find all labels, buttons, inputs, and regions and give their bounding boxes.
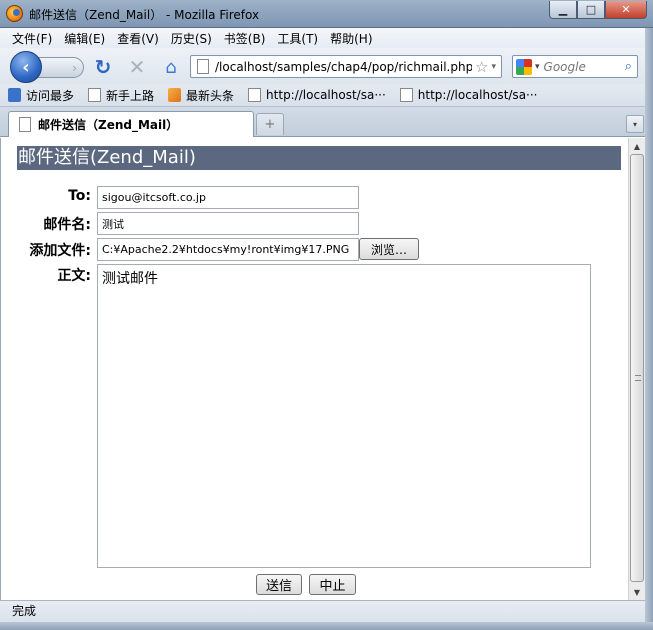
search-box: ▾ ⌕ [512, 55, 638, 78]
scrollbar-thumb[interactable] [630, 154, 644, 582]
home-icon[interactable]: ⌂ [160, 56, 182, 78]
tab-label: 邮件送信（Zend_Mail） [38, 118, 179, 132]
menu-view[interactable]: 查看(V) [111, 30, 165, 47]
bookmark-label: 访问最多 [26, 88, 75, 103]
rss-icon [168, 88, 182, 102]
subject-label: 邮件名: [43, 217, 91, 233]
scroll-down-icon[interactable]: ▼ [629, 584, 645, 600]
back-arrow-icon: ‹ [22, 56, 30, 78]
menu-help[interactable]: 帮助(H) [324, 30, 378, 47]
search-input[interactable] [543, 59, 625, 74]
page-icon [197, 59, 209, 74]
bookmark-label: 新手上路 [106, 88, 155, 103]
status-bar: 完成 [0, 600, 645, 622]
menu-tools[interactable]: 工具(T) [271, 30, 324, 47]
attachment-field[interactable] [97, 238, 359, 261]
to-field[interactable] [97, 186, 359, 209]
address-bar[interactable]: /localhost/samples/chap4/pop/richmail.ph… [190, 55, 502, 78]
window-title: 邮件送信（Zend_Mail） - Mozilla Firefox [29, 8, 260, 22]
search-engine-dropdown-icon[interactable]: ▾ [535, 62, 540, 72]
subject-field[interactable] [97, 212, 359, 235]
new-tab-button[interactable]: + [256, 113, 284, 135]
forward-button[interactable]: › [36, 57, 84, 78]
bookmark-star-icon[interactable]: ☆ [475, 58, 488, 76]
menu-bar: 文件(F) 编辑(E) 查看(V) 历史(S) 书签(B) 工具(T) 帮助(H… [0, 28, 653, 48]
back-button[interactable]: ‹ [10, 51, 42, 83]
to-label: To: [68, 188, 91, 204]
bookmarks-toolbar: 访问最多 新手上路 最新头条 http://localhost/sa··· ht… [0, 84, 653, 107]
stop-icon[interactable]: ✕ [126, 55, 148, 79]
page-icon [19, 117, 31, 132]
google-engine-icon[interactable] [516, 58, 532, 75]
reload-icon[interactable]: ↻ [92, 55, 114, 79]
minimize-button[interactable]: ▁ [549, 1, 577, 19]
bookmark-label: 最新头条 [186, 88, 235, 103]
close-window-button[interactable]: ✕ [605, 1, 647, 19]
body-label: 正文: [57, 268, 91, 284]
page-icon [88, 88, 102, 102]
vertical-scrollbar[interactable]: ▲ ▼ [628, 138, 645, 600]
bookmark-localhost-2[interactable]: http://localhost/sa··· [399, 88, 538, 102]
window-controls: ▁ □ ✕ [549, 1, 647, 19]
bookmark-label: http://localhost/sa··· [266, 88, 386, 102]
bookmark-latest-headlines[interactable]: 最新头条 [168, 87, 234, 104]
menu-file[interactable]: 文件(F) [6, 30, 58, 47]
bookmark-label: http://localhost/sa··· [417, 88, 538, 102]
maximize-button[interactable]: □ [577, 1, 605, 19]
tab-mail-form[interactable]: 邮件送信（Zend_Mail） [8, 111, 254, 137]
bookmark-most-visited[interactable]: 访问最多 [8, 87, 74, 104]
bookmark-getting-started[interactable]: 新手上路 [88, 87, 154, 104]
firefox-icon [6, 5, 23, 22]
magnifier-icon [8, 88, 21, 102]
scroll-up-icon[interactable]: ▲ [629, 138, 645, 154]
window-border-bottom [0, 622, 653, 630]
cancel-button[interactable]: 中止 [309, 574, 356, 595]
window-border-right [645, 28, 653, 630]
url-history-dropdown-icon[interactable]: ▾ [491, 62, 496, 72]
menu-history[interactable]: 历史(S) [165, 30, 218, 47]
body-textarea[interactable]: 测试邮件 [97, 264, 591, 568]
navigation-toolbar: › ‹ ↻ ✕ ⌂ /localhost/samples/chap4/pop/r… [0, 48, 653, 84]
tab-list-dropdown-icon[interactable]: ▾ [626, 115, 644, 133]
attachment-label: 添加文件: [29, 243, 91, 259]
url-text[interactable]: /localhost/samples/chap4/pop/richmail.ph… [215, 60, 472, 74]
window-titlebar[interactable]: 邮件送信（Zend_Mail） - Mozilla Firefox ▁ □ ✕ [0, 0, 653, 28]
menu-bookmarks[interactable]: 书签(B) [218, 30, 272, 47]
status-text: 完成 [12, 604, 37, 618]
send-button[interactable]: 送信 [256, 574, 302, 595]
bookmark-localhost-1[interactable]: http://localhost/sa··· [248, 88, 386, 102]
tab-bar: 邮件送信（Zend_Mail） + ▾ [0, 107, 653, 137]
page-icon [248, 88, 262, 102]
browse-button[interactable]: 浏览… [359, 238, 419, 260]
page-title: 邮件送信(Zend_Mail) [17, 146, 621, 170]
forward-arrow-icon: › [72, 60, 77, 75]
page-icon [399, 88, 413, 102]
page-content: 邮件送信(Zend_Mail) To: 邮件名: 添加文件: 浏览… 正文: 测… [0, 138, 628, 600]
grip-icon [635, 375, 641, 381]
menu-edit[interactable]: 编辑(E) [58, 30, 111, 47]
search-icon[interactable]: ⌕ [625, 59, 632, 74]
